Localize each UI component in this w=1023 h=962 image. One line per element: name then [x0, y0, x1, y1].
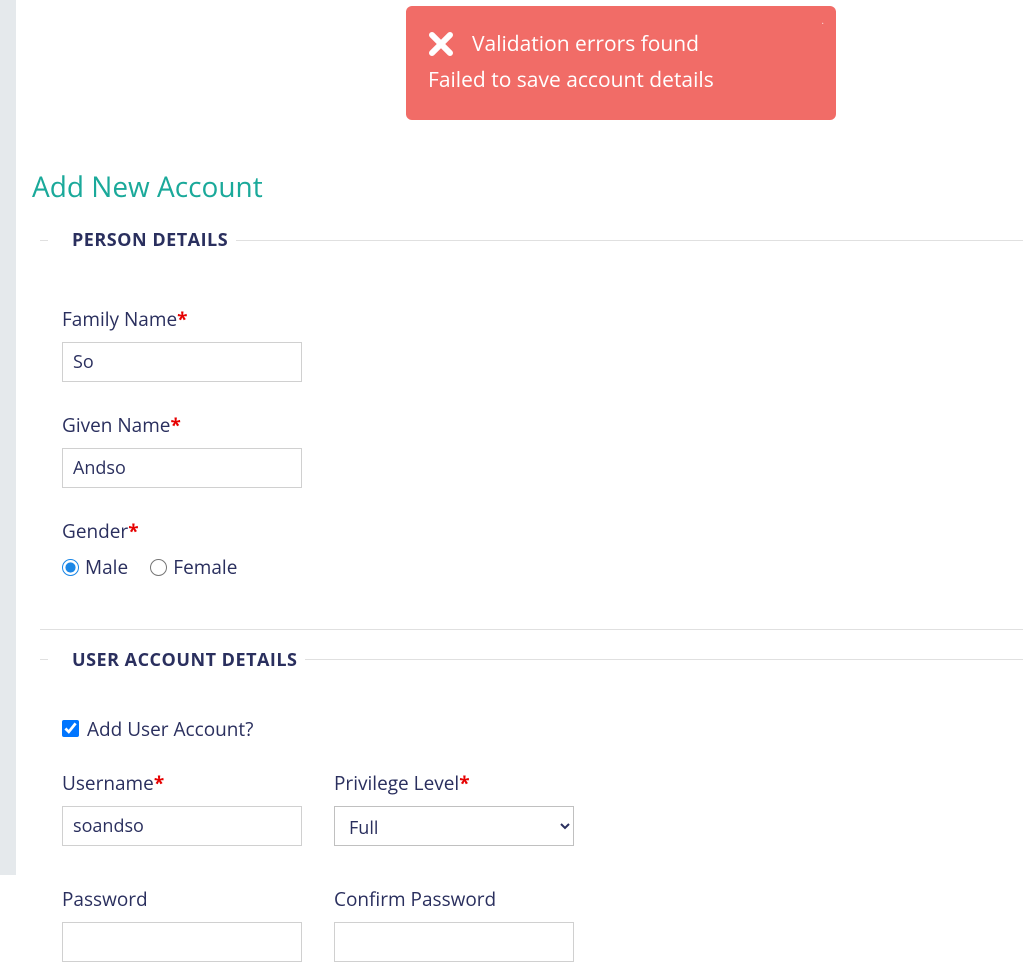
toast-body: Failed to save account details [428, 66, 814, 94]
toast-title: Validation errors found [472, 30, 699, 58]
family-name-label: Family Name* [62, 306, 1023, 332]
user-account-details-fieldset: USER ACCOUNT DETAILS Add User Account? U… [40, 648, 1023, 962]
username-input[interactable] [62, 806, 302, 846]
privilege-level-label: Privilege Level* [334, 770, 574, 796]
username-label: Username* [62, 770, 302, 796]
given-name-input[interactable] [62, 448, 302, 488]
user-account-details-legend: USER ACCOUNT DETAILS [48, 648, 305, 672]
person-details-legend: PERSON DETAILS [48, 228, 236, 252]
page-title: Add New Account [32, 168, 1023, 206]
person-details-fieldset: PERSON DETAILS Family Name* Given Name* … [40, 228, 1023, 630]
family-name-input[interactable] [62, 342, 302, 382]
password-label: Password [62, 886, 302, 912]
toast-close-dot[interactable]: · [821, 16, 824, 30]
confirm-password-label: Confirm Password [334, 886, 574, 912]
left-gutter [0, 0, 16, 875]
gender-male-radio[interactable]: Male [62, 554, 128, 580]
gender-label: Gender* [62, 518, 1023, 544]
validation-error-toast: · Validation errors found Failed to save… [406, 6, 836, 120]
confirm-password-input[interactable] [334, 922, 574, 962]
privilege-level-select[interactable]: Full [334, 806, 574, 846]
error-x-icon [428, 31, 454, 57]
given-name-label: Given Name* [62, 412, 1023, 438]
add-user-account-checkbox[interactable]: Add User Account? [62, 716, 1023, 742]
gender-female-radio[interactable]: Female [150, 554, 237, 580]
password-input[interactable] [62, 922, 302, 962]
